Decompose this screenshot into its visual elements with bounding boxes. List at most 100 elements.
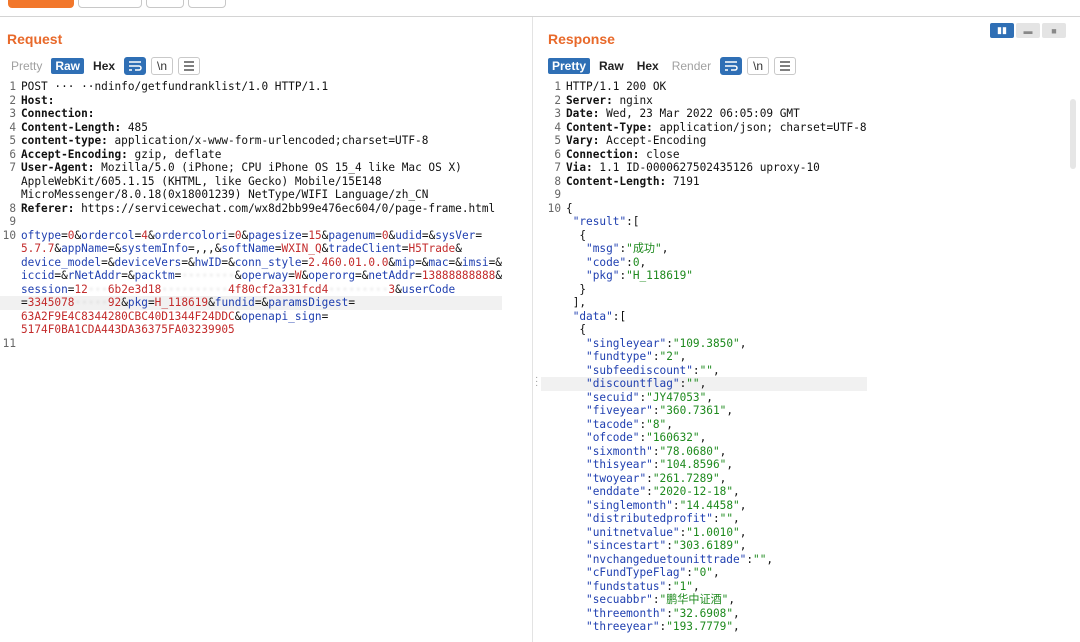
json-key: "unitnetvalue" — [586, 525, 680, 539]
response-tab-hex[interactable]: Hex — [633, 58, 663, 74]
param-key: tradeClient — [328, 242, 402, 255]
json-key: "nvchangeduetounittrade" — [586, 552, 747, 566]
code-line: 1 HTTP/1.1 200 OK — [541, 80, 867, 94]
param-separator: & — [121, 296, 128, 309]
param-value: W — [294, 269, 302, 282]
json-punct: :[ — [612, 309, 627, 323]
code-line: 4 Content-Length: 485 — [0, 121, 502, 135]
json-punct: : — [652, 350, 660, 363]
pane-divider[interactable] — [532, 17, 533, 642]
code-line: 5174F0BA1CDA443DA36375FA03239905 — [0, 323, 502, 337]
top-tab[interactable] — [188, 0, 226, 8]
param-separator: =& — [488, 255, 502, 269]
response-editor[interactable]: 1 HTTP/1.1 200 OK 2 Server: nginx 3 Date: Wed… — [541, 80, 867, 634]
param-separator: & — [234, 269, 242, 282]
header-value: application/x-www-form-urlencoded;charse… — [107, 134, 429, 147]
response-scrollbar[interactable] — [1070, 99, 1076, 169]
param-value: 3345078 — [27, 296, 75, 309]
active-top-tab[interactable] — [8, 0, 74, 8]
line-number: 4 — [9, 120, 16, 134]
top-tab[interactable] — [78, 0, 142, 8]
top-tab[interactable] — [146, 0, 184, 8]
json-punct: } — [579, 282, 587, 296]
response-tab-render[interactable]: Render — [668, 58, 715, 74]
request-editor[interactable]: 1 POST ··· ··ndinfo/getfundranklist/1.0 H… — [0, 80, 503, 350]
json-punct: , — [726, 458, 734, 471]
code-line: session = 12 ··· 6b2e3d18 ·········· 4f80cf2a3… — [0, 283, 502, 297]
json-value: "" — [699, 363, 713, 377]
line-number — [541, 364, 566, 378]
param-separator: =& — [448, 255, 462, 269]
code-line: 8 Referer: https://servicewechat.com/wx8d… — [0, 202, 502, 216]
param-key: ordercol — [81, 228, 135, 242]
response-tab-pretty[interactable]: Pretty — [548, 58, 591, 74]
param-separator: = — [301, 228, 309, 242]
menu-icon[interactable] — [178, 57, 201, 75]
code-line: "result":[ — [541, 215, 867, 229]
json-punct: : — [619, 269, 627, 282]
response-title: Response — [548, 31, 615, 47]
code-line: "fundstatus": "1", — [541, 580, 867, 594]
redacted-text: ·········· — [161, 282, 229, 296]
header-value: Accept-Encoding — [599, 134, 707, 147]
param-value: 92 — [107, 296, 122, 309]
code-line: } — [541, 283, 867, 297]
single-pane-icon[interactable]: ■ — [1042, 23, 1066, 38]
json-punct: : — [652, 458, 660, 471]
request-tab-pretty[interactable]: Pretty — [7, 58, 46, 74]
header-name: Content-Length: — [566, 174, 667, 188]
code-line: "discountflag": "", — [541, 377, 867, 391]
code-line: "sincestart": "303.6189", — [541, 539, 867, 553]
drag-handle-icon[interactable]: · · · — [535, 373, 539, 391]
param-key: conn_style — [234, 255, 302, 269]
code-line: 5 Vary: Accept-Encoding — [541, 134, 867, 148]
param-separator: =& — [121, 269, 135, 282]
menu-icon[interactable] — [774, 57, 797, 75]
split-rows-icon[interactable]: ▬ — [1016, 23, 1040, 38]
newline-toggle-button[interactable]: \n — [747, 57, 770, 75]
json-key: "tacode" — [586, 417, 640, 431]
request-tab-raw[interactable]: Raw — [51, 58, 85, 74]
json-value: "鹏华中证酒" — [659, 593, 729, 606]
response-tab-raw[interactable]: Raw — [595, 58, 628, 74]
param-separator: & — [455, 242, 462, 255]
header-name: Vary: — [566, 134, 600, 147]
json-value: "1" — [672, 579, 693, 593]
json-punct: { — [566, 201, 573, 215]
line-text: POST ··· ··ndinfo/getfundranklist/1.0 HT… — [21, 80, 329, 93]
request-tab-hex[interactable]: Hex — [89, 58, 119, 74]
wrap-icon[interactable] — [720, 57, 743, 75]
json-key: "thisyear" — [586, 458, 653, 471]
json-punct: , — [661, 242, 669, 255]
request-pane: Request Pretty Raw Hex \n 1 POST ··· ··nd… — [0, 17, 527, 642]
line-number: 9 — [554, 188, 561, 201]
param-value: WXIN_Q — [281, 242, 322, 255]
header-value: Mozilla/5.0 (iPhone; CPU iPhone OS 15_4 … — [94, 161, 462, 174]
param-key: udid — [395, 228, 422, 242]
header-value: https://servicewechat.com/wx8d2bb99e476e… — [74, 201, 496, 215]
header-value: application/json; charset=UTF-8 — [652, 120, 867, 134]
param-separator: & — [321, 228, 329, 242]
request-toolbar: Pretty Raw Hex \n — [7, 57, 201, 75]
param-key: sysVer — [435, 228, 476, 242]
param-separator: = — [415, 269, 422, 282]
json-value: "1.0010" — [686, 525, 740, 539]
wrap-icon[interactable] — [124, 57, 147, 75]
line-number — [0, 310, 21, 324]
json-value: "14.4458" — [679, 498, 740, 512]
response-toolbar: Pretty Raw Hex Render \n — [548, 57, 797, 75]
split-columns-icon[interactable]: ▮▮ — [990, 23, 1014, 38]
header-value: nginx — [612, 93, 653, 107]
json-punct: , — [666, 417, 673, 431]
newline-toggle-button[interactable]: \n — [151, 57, 174, 75]
line-number — [541, 458, 566, 472]
